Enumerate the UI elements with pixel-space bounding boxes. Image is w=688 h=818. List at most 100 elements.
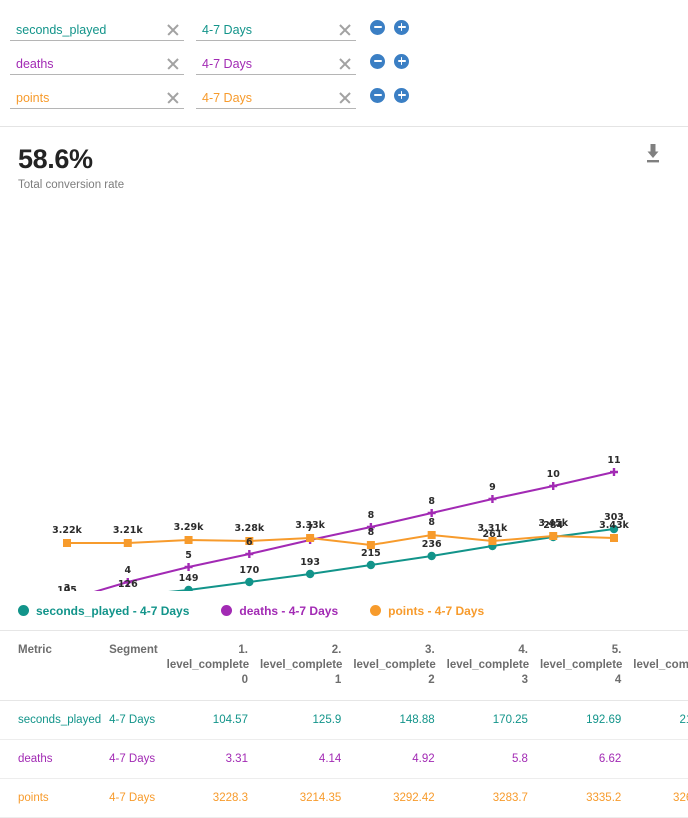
filter-panel: seconds_played 4-7 Days deaths 4-7 Days poin…: [0, 0, 688, 127]
chart-data-label: 9: [489, 482, 496, 493]
chart-data-label: 11: [607, 455, 620, 466]
chart-data-label: 8: [368, 527, 375, 538]
close-icon[interactable]: [166, 23, 180, 37]
download-icon[interactable]: [642, 141, 664, 165]
segment-value: 4-7 Days: [202, 57, 252, 71]
chart-data-label: 215: [361, 548, 381, 559]
legend-item[interactable]: seconds_played - 4-7 Days: [18, 604, 189, 618]
metrics-table-wrap: MetricSegment1.level_complete02.level_co…: [0, 631, 688, 818]
legend-color-dot: [370, 605, 381, 616]
chart-data-label: 8: [368, 510, 375, 521]
table-row: deaths4-7 Days3.314.144.925.86.627.538.3: [0, 740, 688, 779]
plus-circle-icon[interactable]: [394, 88, 409, 103]
table-cell-value: 4.14: [260, 740, 353, 779]
chart-data-label: 236: [422, 539, 442, 550]
table-column-header: Metric: [0, 631, 91, 701]
table-column-header: 4.level_complete3: [447, 631, 540, 701]
table-cell-value: 3228.3: [167, 779, 260, 818]
chart-data-label: 8: [428, 496, 435, 507]
chart-data-point[interactable]: [124, 539, 132, 547]
chart-data-point[interactable]: [488, 495, 496, 503]
chart-data-point[interactable]: [428, 531, 436, 539]
metrics-table: MetricSegment1.level_complete02.level_co…: [0, 631, 688, 818]
chart-data-label: 5: [185, 550, 192, 561]
chart-data-label: 3.43k: [599, 520, 629, 531]
legend-item[interactable]: points - 4-7 Days: [370, 604, 484, 618]
chart-data-point[interactable]: [63, 539, 71, 547]
legend-color-dot: [18, 605, 29, 616]
segment-value: 4-7 Days: [202, 23, 252, 37]
table-cell-value: 192.69: [540, 701, 633, 740]
table-row: points4-7 Days3228.33214.353292.423283.7…: [0, 779, 688, 818]
minus-circle-icon[interactable]: [370, 88, 385, 103]
chart-data-label: 3.28k: [234, 523, 264, 534]
legend-label: points - 4-7 Days: [388, 604, 484, 618]
minus-circle-icon[interactable]: [370, 54, 385, 69]
metric-field[interactable]: seconds_played: [10, 14, 184, 41]
segment-field[interactable]: 4-7 Days: [196, 82, 356, 109]
metric-field[interactable]: deaths: [10, 48, 184, 75]
chart-data-label: 126: [118, 579, 138, 590]
filter-row: seconds_played 4-7 Days: [10, 10, 678, 44]
chart-data-point[interactable]: [610, 468, 618, 476]
metric-value: points: [16, 91, 49, 105]
chart-data-point[interactable]: [245, 550, 253, 558]
segment-field[interactable]: 4-7 Days: [196, 48, 356, 75]
chart-data-point[interactable]: [549, 532, 557, 540]
table-cell-metric: points: [0, 779, 91, 818]
table-cell-value: 3292.42: [353, 779, 446, 818]
chart-data-label: 6: [246, 537, 253, 548]
chart-data-point[interactable]: [185, 536, 193, 544]
kpi-section: 58.6% Total conversion rate: [0, 127, 688, 191]
table-column-header: 2.level_complete1: [260, 631, 353, 701]
chart-data-point[interactable]: [610, 534, 618, 542]
table-cell-value: 3.31: [167, 740, 260, 779]
chart-legend: seconds_played - 4-7 Days deaths - 4-7 Da…: [0, 591, 688, 631]
chart-data-point[interactable]: [245, 578, 253, 586]
close-icon[interactable]: [166, 57, 180, 71]
chart-data-label: 10: [547, 469, 561, 480]
table-cell-value: 170.25: [447, 701, 540, 740]
kpi-subtitle: Total conversion rate: [18, 179, 672, 191]
table-header-row: MetricSegment1.level_complete02.level_co…: [0, 631, 688, 701]
chart-data-point[interactable]: [185, 563, 193, 571]
table-row: seconds_played4-7 Days104.57125.9148.881…: [0, 701, 688, 740]
chart-data-label: 3.31k: [478, 523, 508, 534]
chart-data-label: 3.45k: [538, 518, 568, 529]
chart-data-point[interactable]: [184, 586, 192, 591]
table-cell-value: 3214.35: [260, 779, 353, 818]
segment-value: 4-7 Days: [202, 91, 252, 105]
close-icon[interactable]: [166, 91, 180, 105]
chart-data-point[interactable]: [306, 570, 314, 578]
chart-data-label: 193: [300, 557, 320, 568]
minus-circle-icon[interactable]: [370, 20, 385, 35]
chart-data-label: 149: [179, 573, 199, 584]
chart-data-point[interactable]: [427, 552, 435, 560]
table-column-header: 1.level_complete0: [167, 631, 260, 701]
table-cell-metric: deaths: [0, 740, 91, 779]
chart-data-point[interactable]: [306, 534, 314, 542]
chart-data-label: 3.29k: [174, 522, 204, 533]
table-cell-value: 3335.2: [540, 779, 633, 818]
chart-data-label: 3.22k: [52, 525, 82, 536]
chart-data-point[interactable]: [428, 509, 436, 517]
table-cell-segment: 4-7 Days: [91, 701, 167, 740]
chart-data-label: 170: [239, 565, 259, 576]
table-cell-value: 125.9: [260, 701, 353, 740]
metric-field[interactable]: points: [10, 82, 184, 109]
table-cell-value: 104.57: [167, 701, 260, 740]
table-cell-segment: 4-7 Days: [91, 779, 167, 818]
filter-row: deaths 4-7 Days: [10, 44, 678, 78]
plus-circle-icon[interactable]: [394, 20, 409, 35]
segment-field[interactable]: 4-7 Days: [196, 14, 356, 41]
table-column-header: 6.level_complete5: [633, 631, 688, 701]
chart-data-point[interactable]: [549, 482, 557, 490]
plus-circle-icon[interactable]: [394, 54, 409, 69]
chart-svg: 1051261491701932152362612843033456788910…: [0, 191, 688, 591]
close-icon[interactable]: [338, 91, 352, 105]
close-icon[interactable]: [338, 23, 352, 37]
close-icon[interactable]: [338, 57, 352, 71]
legend-item[interactable]: deaths - 4-7 Days: [221, 604, 338, 618]
chart-data-label: 8: [428, 517, 435, 528]
chart-data-point[interactable]: [367, 561, 375, 569]
